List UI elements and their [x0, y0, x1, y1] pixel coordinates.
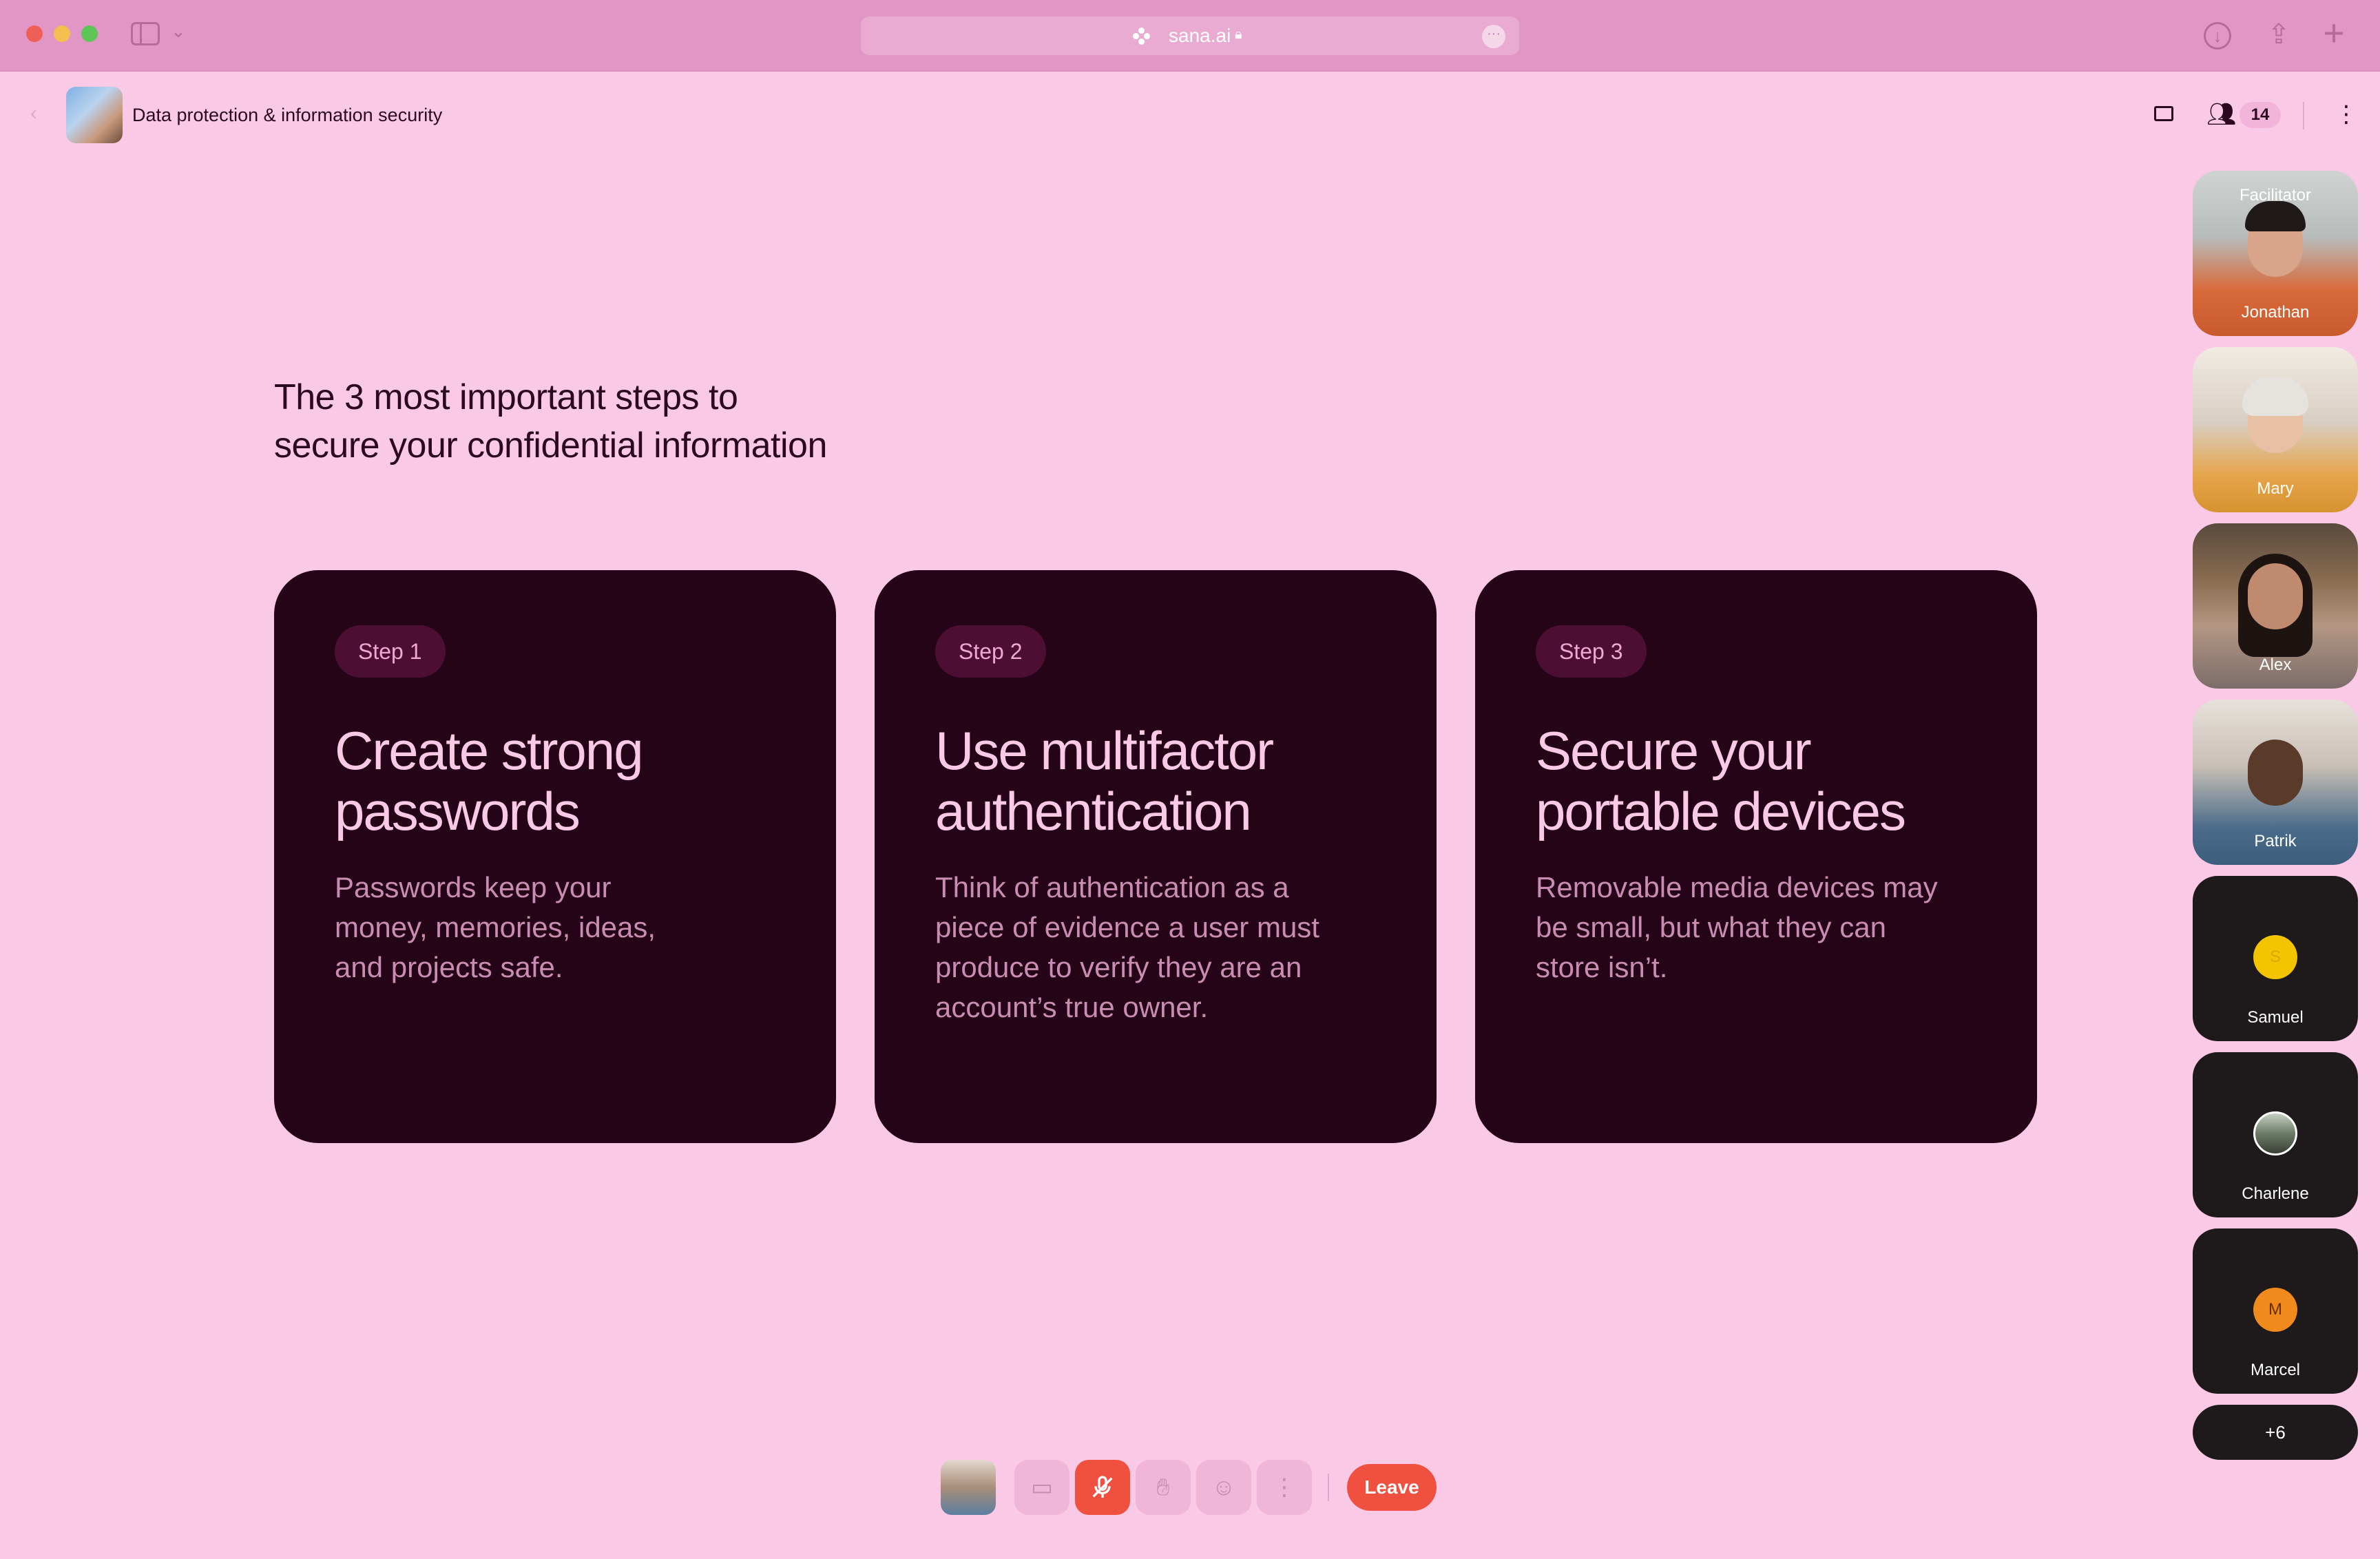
lock-icon: 🔒︎	[1235, 27, 1242, 42]
participant-name: Alex	[2259, 656, 2292, 674]
headline-line-2: secure your confidential information	[274, 426, 827, 465]
participant-tile-charlene[interactable]: Charlene	[2193, 1052, 2358, 1217]
emoji-icon[interactable]: ☺	[1196, 1460, 1251, 1515]
step-title-line-2: portable devices	[1536, 781, 1906, 841]
step-card-3: Step 3 Secure your portable devices Remo…	[1475, 570, 2037, 1143]
chat-icon[interactable]	[2154, 106, 2173, 121]
step-title: Create strong passwords	[335, 720, 803, 841]
step-title-line-2: passwords	[335, 781, 581, 841]
header-divider	[2303, 102, 2304, 129]
participant-role: Facilitator	[2239, 186, 2312, 205]
participant-name: Samuel	[2247, 1008, 2304, 1027]
more-participants-button[interactable]: +6	[2193, 1405, 2358, 1460]
course-title: Data protection & information security	[132, 105, 443, 125]
step-card-2: Step 2 Use multifactor authentication Th…	[875, 570, 1437, 1143]
share-icon[interactable]: ⇪	[2262, 18, 2295, 51]
minimize-window-button[interactable]	[54, 25, 70, 42]
chevron-down-icon[interactable]: ⌄	[171, 21, 186, 42]
participant-name: Charlene	[2242, 1184, 2309, 1203]
slide-headline: The 3 most important steps to secure you…	[274, 373, 963, 470]
course-thumbnail	[66, 87, 123, 143]
step-title: Secure your portable devices	[1536, 720, 2004, 841]
mic-off-icon-glyph	[1092, 1476, 1113, 1498]
raise-hand-icon[interactable]: ✋︎	[1136, 1460, 1191, 1515]
plus-icon[interactable]: +	[2317, 14, 2350, 52]
more-horizontal-icon[interactable]: ···	[1482, 25, 1505, 48]
step-body: Passwords keep your money, memories, ide…	[335, 871, 656, 983]
step-title-line-1: Use multifactor	[935, 720, 1274, 781]
step-title-line-1: Create strong	[335, 720, 644, 781]
participant-name: Marcel	[2250, 1361, 2300, 1379]
browser-toolbar: ⌄ sana.ai 🔒︎ ··· ↓ ⇪ +	[0, 0, 2380, 72]
sana-logo-icon	[1133, 28, 1151, 45]
participant-tile-jonathan[interactable]: Facilitator Jonathan	[2193, 171, 2358, 336]
step-label: Step 2	[935, 625, 1046, 678]
participant-video-detail	[2242, 377, 2308, 416]
participant-name: Jonathan	[2241, 303, 2310, 322]
headline-line-1: The 3 most important steps to	[274, 377, 738, 417]
participant-tile-alex[interactable]: Alex	[2193, 523, 2358, 689]
avatar: S	[2253, 935, 2297, 979]
participant-name: Mary	[2257, 479, 2294, 498]
participant-tile-patrik[interactable]: Patrik	[2193, 700, 2358, 865]
controls-divider	[1328, 1474, 1329, 1501]
step-body: Removable media devices may be small, bu…	[1536, 871, 1938, 983]
close-window-button[interactable]	[26, 25, 43, 42]
step-label: Step 1	[335, 625, 446, 678]
avatar	[2253, 1111, 2297, 1155]
step-title-line-2: authentication	[935, 781, 1252, 841]
participant-video-detail	[2245, 201, 2306, 231]
participant-tile-mary[interactable]: Mary	[2193, 347, 2358, 512]
more-vertical-icon[interactable]: ⋮	[2335, 101, 2358, 128]
step-title-line-1: Secure your	[1536, 720, 1812, 781]
chevron-left-icon[interactable]: ‹	[30, 102, 37, 125]
camera-off-icon[interactable]: ▭	[1014, 1460, 1069, 1515]
url-text: sana.ai	[1169, 25, 1231, 46]
step-title: Use multifactor authentication	[935, 720, 1403, 841]
participant-name: Patrik	[2254, 832, 2297, 850]
people-icon[interactable]: 👥︎	[2206, 101, 2236, 128]
download-icon[interactable]: ↓	[2204, 22, 2231, 50]
more-vertical-icon[interactable]: ⋮	[1257, 1460, 1312, 1515]
self-avatar[interactable]	[941, 1460, 996, 1515]
participant-count-badge[interactable]: 14	[2240, 102, 2281, 128]
participant-video	[2248, 563, 2303, 629]
leave-button[interactable]: Leave	[1347, 1464, 1437, 1511]
avatar: M	[2253, 1288, 2297, 1332]
step-label: Step 3	[1536, 625, 1647, 678]
participant-video	[2248, 740, 2303, 806]
step-body: Think of authentication as a piece of ev…	[935, 871, 1319, 1023]
mic-off-icon[interactable]	[1075, 1460, 1130, 1515]
sidebar-icon[interactable]	[131, 22, 160, 45]
participant-tile-samuel[interactable]: S Samuel	[2193, 876, 2358, 1041]
step-card-1: Step 1 Create strong passwords Passwords…	[274, 570, 836, 1143]
participant-tile-marcel[interactable]: M Marcel	[2193, 1228, 2358, 1394]
zoom-window-button[interactable]	[81, 25, 98, 42]
address-bar[interactable]: sana.ai 🔒︎ ···	[861, 17, 1519, 55]
